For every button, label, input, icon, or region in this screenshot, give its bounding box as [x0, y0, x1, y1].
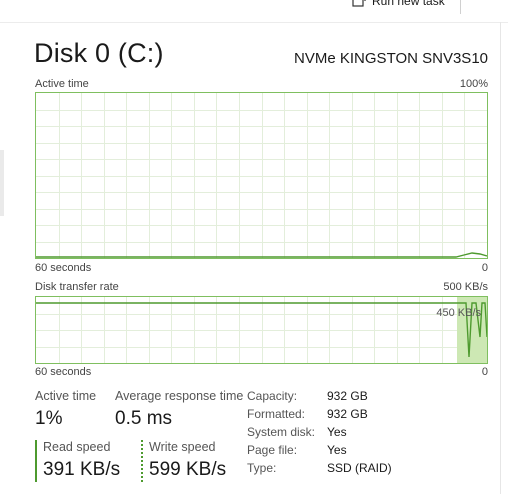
transfer-chart-label: Disk transfer rate — [35, 281, 119, 293]
write-speed-bar — [141, 440, 143, 482]
run-new-task-label: Run new task — [372, 0, 445, 8]
avg-response-label: Average response time — [115, 389, 244, 403]
write-speed-value: 599 KB/s — [149, 459, 227, 480]
active-time-max-label: 100% — [459, 78, 488, 90]
run-new-task-button[interactable]: Run new task — [352, 0, 445, 11]
transfer-rate-chart: 450 KB/s — [35, 296, 488, 364]
transfer-mid-label: 450 KB/s — [436, 307, 481, 319]
page-title: Disk 0 (C:) — [34, 38, 164, 68]
formatted-label: Formatted: — [247, 407, 306, 421]
active-time-stat-label: Active time — [35, 389, 97, 403]
read-speed-value: 391 KB/s — [43, 459, 121, 480]
transfer-rate-area — [36, 297, 487, 363]
run-task-icon — [352, 0, 366, 7]
read-speed-bar — [35, 440, 37, 482]
system-disk-label: System disk: — [247, 425, 316, 439]
read-speed-label: Read speed — [43, 440, 111, 454]
transfer-min-label: 0 — [481, 366, 488, 378]
avg-response-value: 0.5 ms — [115, 408, 173, 429]
formatted-value: 932 GB — [327, 407, 368, 421]
disk-model: NVMe KINGSTON SNV3S10 — [294, 50, 488, 67]
type-value: SSD (RAID) — [327, 461, 392, 475]
active-time-chart-label: Active time — [35, 78, 89, 90]
window-edge — [500, 22, 501, 494]
active-time-chart — [35, 92, 488, 259]
transfer-max-label: 500 KB/s — [443, 281, 488, 293]
type-label: Type: — [247, 461, 277, 475]
toolbar-divider — [460, 0, 461, 14]
page-file-label: Page file: — [247, 443, 298, 457]
active-time-time-label: 60 seconds — [35, 262, 92, 274]
page-file-value: Yes — [327, 443, 347, 457]
active-time-min-label: 0 — [481, 262, 488, 274]
capacity-value: 932 GB — [327, 389, 368, 403]
top-toolbar: Run new task — [0, 0, 508, 23]
write-speed-label: Write speed — [149, 440, 216, 454]
active-time-line — [36, 252, 487, 258]
sidebar-edge — [0, 150, 4, 216]
capacity-label: Capacity: — [247, 389, 298, 403]
active-time-stat-value: 1% — [35, 408, 63, 429]
system-disk-value: Yes — [327, 425, 347, 439]
transfer-time-label: 60 seconds — [35, 366, 92, 378]
